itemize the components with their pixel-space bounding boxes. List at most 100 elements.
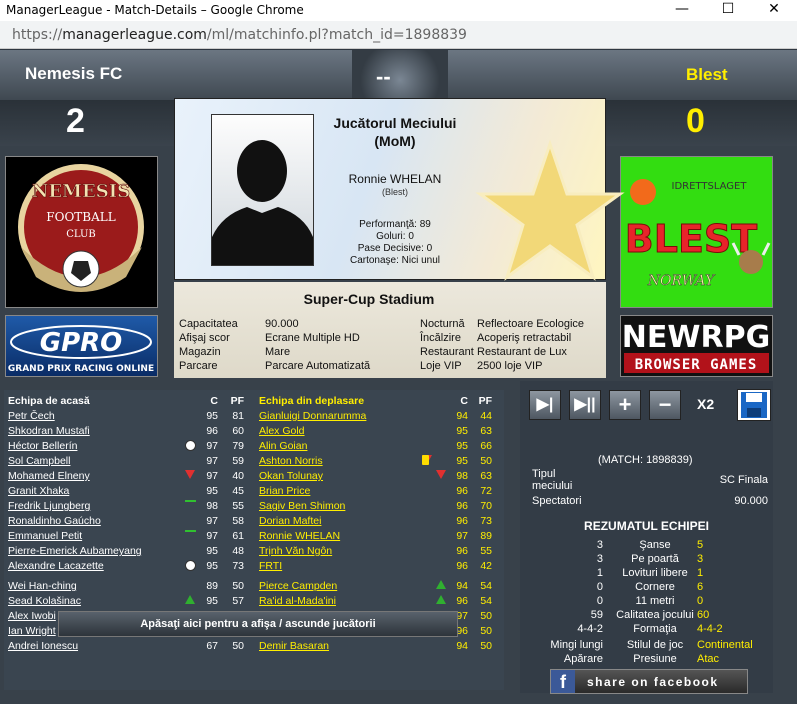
stadium-value: Ecrane Multiple HD xyxy=(265,332,360,344)
home-player-link[interactable]: Wei Han-ching xyxy=(8,580,77,592)
away-player-c: 96 xyxy=(456,560,468,572)
away-player-link[interactable]: Trịnh Văn Ngôn xyxy=(259,545,332,557)
facebook-icon: f xyxy=(551,670,575,693)
away-team-name: Blest xyxy=(686,65,728,84)
home-player-c: 95 xyxy=(206,595,218,607)
maximize-icon[interactable]: ☐ xyxy=(705,0,751,21)
newrpg-sub-text: BROWSER GAMES xyxy=(635,357,758,373)
away-player-link[interactable]: Ashton Norris xyxy=(259,455,323,467)
home-player-link[interactable]: Héctor Bellerín xyxy=(8,440,77,452)
home-stat-value: 4-4-2 xyxy=(577,623,603,635)
speed-down-button[interactable]: − xyxy=(649,390,681,420)
home-team-logo: NEMESIS FOOTBALL CLUB xyxy=(5,156,158,308)
home-player-link[interactable]: Alex Iwobi xyxy=(8,610,56,622)
away-player-pf: 89 xyxy=(480,530,492,542)
style-label: Stilul de joc xyxy=(626,639,684,651)
home-player-c: 89 xyxy=(206,580,218,592)
home-player-link[interactable]: Fredrik Ljungberg xyxy=(8,500,90,512)
stadium-name: Super-Cup Stadium xyxy=(303,291,435,307)
away-player-pf: 54 xyxy=(480,580,492,592)
home-player-c: 96 xyxy=(206,425,218,437)
lineup-row: Andrei Ionescu 67 50 Demir Basaran 94 50 xyxy=(4,640,504,655)
newrpg-ad-banner[interactable]: NEWRPG BROWSER GAMES xyxy=(620,315,773,377)
match-page: Nemesis FC Blest -- 2 0 NEMESIS FOOTBALL… xyxy=(0,50,797,704)
mom-performance: Performanţă: 89 xyxy=(359,219,431,230)
goal-ball-icon xyxy=(185,560,196,571)
away-player-link[interactable]: Sagiv Ben Shimon xyxy=(259,500,345,512)
home-style: Mingi lungi xyxy=(550,639,603,651)
gpro-logo-text: GPRO xyxy=(40,328,123,358)
stadium-label: Încălzire xyxy=(420,332,461,344)
away-player-link[interactable]: FRTI xyxy=(259,560,282,572)
gpro-ad-banner[interactable]: GPRO GRAND PRIX RACING ONLINE xyxy=(5,315,158,377)
home-player-link[interactable]: Sol Campbell xyxy=(8,455,70,467)
stadium-info: Super-Cup Stadium Capacitatea 90.000 Noc… xyxy=(174,282,606,378)
sub-in-arrow-icon xyxy=(436,595,446,604)
home-player-link[interactable]: Andrei Ionescu xyxy=(8,640,78,652)
home-logo-text-top: NEMESIS xyxy=(32,181,130,202)
away-player-link[interactable]: Alin Goian xyxy=(259,440,307,452)
save-icon xyxy=(741,392,767,418)
home-player-c: 95 xyxy=(206,545,218,557)
away-player-link[interactable]: Gianluigi Donnarumma xyxy=(259,410,366,422)
lineup-row: Ronaldinho Gaúcho 97 58 Dorian Maftei 96 73 xyxy=(4,515,504,530)
url-text[interactable]: https://managerleague.com/ml/matchinfo.p… xyxy=(12,27,467,43)
away-player-pf: 42 xyxy=(480,560,492,572)
play-pause-button[interactable]: ▶|| xyxy=(569,390,601,420)
minimize-icon[interactable]: — xyxy=(659,0,705,21)
home-player-pf: 55 xyxy=(232,500,244,512)
toggle-players-button[interactable]: Apăsaţi aici pentru a afişa / ascunde ju… xyxy=(58,611,458,637)
close-icon[interactable]: ✕ xyxy=(751,0,797,21)
home-player-link[interactable]: Sead Kolašinac xyxy=(8,595,81,607)
away-stat-value: 3 xyxy=(697,553,704,565)
home-logo-text-mid: FOOTBALL xyxy=(46,210,115,224)
home-player-c: 97 xyxy=(206,455,218,467)
home-player-pf: 61 xyxy=(232,530,244,542)
home-stat-value: 59 xyxy=(590,609,603,621)
home-player-pf: 58 xyxy=(232,515,244,527)
home-player-link[interactable]: Petr Čech xyxy=(8,410,55,422)
share-facebook-button[interactable]: f share on facebook xyxy=(550,669,748,694)
mom-player-team: (Blest) xyxy=(381,187,408,197)
away-player-link[interactable]: Alex Gold xyxy=(259,425,305,437)
away-player-link[interactable]: Demir Basaran xyxy=(259,640,329,652)
away-player-c: 96 xyxy=(456,595,468,607)
home-player-link[interactable]: Pierre-Emerick Aubameyang xyxy=(8,545,142,557)
away-stat-value: 60 xyxy=(697,609,710,621)
col-pf-header: PF xyxy=(230,395,244,407)
stat-label: Calitatea jocului xyxy=(616,609,694,621)
home-player-c: 95 xyxy=(206,410,218,422)
stat-label: Formaţia xyxy=(633,623,677,635)
away-score: 0 xyxy=(686,102,705,140)
home-player-link[interactable]: Emmanuel Petit xyxy=(8,530,82,542)
skip-to-end-button[interactable]: ▶| xyxy=(529,390,561,420)
stat-label: Şanse xyxy=(639,539,671,551)
away-player-pf: 73 xyxy=(480,515,492,527)
stadium-label: Nocturnă xyxy=(420,318,465,330)
home-player-link[interactable]: Alexandre Lacazette xyxy=(8,560,104,572)
home-lineup-header: Echipa de acasă xyxy=(8,395,90,407)
away-player-link[interactable]: Okan Tolunay xyxy=(259,470,323,482)
sub-in-arrow-icon xyxy=(185,595,195,604)
away-player-link[interactable]: Brian Price xyxy=(259,485,310,497)
lineup-row: Granit Xhaka 95 45 Brian Price 96 72 xyxy=(4,485,504,500)
home-player-link[interactable]: Ronaldinho Gaúcho xyxy=(8,515,101,527)
home-player-link[interactable]: Mohamed Elneny xyxy=(8,470,90,482)
home-player-link[interactable]: Granit Xhaka xyxy=(8,485,69,497)
home-player-pf: 79 xyxy=(232,440,244,452)
plus-icon: + xyxy=(618,392,632,417)
away-player-link[interactable]: Pierce Campden xyxy=(259,580,337,592)
away-player-link[interactable]: Dorian Maftei xyxy=(259,515,321,527)
address-bar[interactable]: https://managerleague.com/ml/matchinfo.p… xyxy=(0,21,797,49)
away-player-link[interactable]: Ronnie WHELAN xyxy=(259,530,340,542)
assist-arrow-icon xyxy=(185,500,196,502)
home-player-link[interactable]: Shkodran Mustafi xyxy=(8,425,90,437)
speed-up-button[interactable]: + xyxy=(609,390,641,420)
lineup-row: Sead Kolašinac 95 57 Ra'id al-Mada'ini 96 54 xyxy=(4,595,504,610)
away-player-c: 97 xyxy=(456,530,468,542)
assist-arrow-icon xyxy=(185,530,196,532)
save-button[interactable] xyxy=(737,389,771,421)
home-player-link[interactable]: Ian Wright xyxy=(8,625,56,637)
mom-cards: Cartonaşe: Nici unul xyxy=(349,255,441,266)
away-player-link[interactable]: Ra'id al-Mada'ini xyxy=(259,595,336,607)
